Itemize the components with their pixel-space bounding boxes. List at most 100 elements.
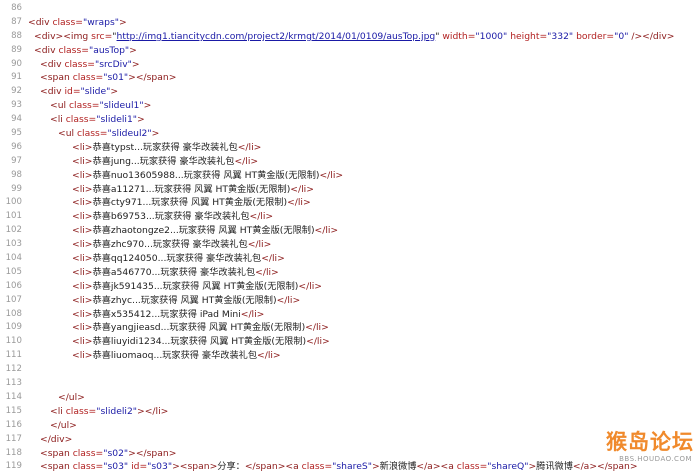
code-token-tag: ></span>	[128, 447, 177, 459]
code-text: <li>恭喜cty971...玩家获得 风翼 HT黄金版(无限制)</li>	[28, 196, 311, 210]
code-token-tag: <li	[50, 114, 66, 126]
code-text: <li>恭喜zhc970...玩家获得 豪华改装礼包</li>	[28, 238, 271, 252]
code-line: 91 <span class="s01"></span>	[0, 71, 700, 85]
code-token-tag: <li>	[72, 322, 93, 334]
code-token-txt: 恭喜jk591435...玩家获得 风翼 HT黄金版(无限制)	[92, 280, 299, 292]
line-number: 87	[11, 16, 22, 27]
forum-watermark: 猴岛论坛 BBS.HOUDAO.COM	[594, 426, 694, 463]
line-number: 88	[11, 30, 22, 41]
code-token-tag: >	[118, 16, 127, 28]
code-token-tag: <ul	[50, 100, 69, 112]
code-token-attr: border=	[576, 30, 615, 42]
code-text: <span class="s02"></span>	[28, 447, 176, 461]
code-token-tag: <div	[28, 16, 53, 28]
code-text: <div class="wraps">	[28, 16, 127, 30]
code-token-tag: <li>	[72, 197, 93, 209]
code-token-txt: 恭喜a11271...玩家获得 风翼 HT黄金版(无限制)	[92, 183, 291, 195]
code-token-tag: </li>	[240, 308, 265, 320]
code-token-tag: <li>	[72, 336, 93, 348]
code-token-txt: 恭喜nuo13605988...玩家获得 风翼 HT黄金版(无限制)	[92, 169, 320, 181]
code-line: 87 <div class="wraps">	[0, 16, 700, 30]
code-token-tag: </li>	[255, 266, 279, 278]
line-number: 116	[5, 419, 22, 430]
code-token-txt: 恭喜yangjieasd...玩家获得 风翼 HT黄金版(无限制)	[92, 322, 306, 334]
line-number: 103	[5, 239, 22, 250]
code-token-txt: 恭喜liuomaoq...玩家获得 豪华改装礼包	[92, 350, 258, 362]
code-text: <li>恭喜jung...玩家获得 豪华改装礼包</li>	[28, 155, 258, 169]
code-token-tag: </li>	[306, 336, 330, 348]
code-line: 98 <li>恭喜nuo13605988...玩家获得 风翼 HT黄金版(无限制)…	[0, 169, 700, 183]
code-token-val: "332"	[547, 30, 577, 42]
code-token-tag: <li>	[72, 211, 93, 223]
code-token-tag: </li>	[237, 141, 262, 153]
code-token-tag: </li>	[290, 183, 314, 195]
code-token-attr: id=	[131, 461, 148, 473]
code-token-txt: 恭喜qq124050...玩家获得 豪华改装礼包	[92, 253, 262, 265]
code-text: <li>恭喜b69753...玩家获得 豪华改装礼包</li>	[28, 210, 273, 224]
code-text: <li class="slideli1">	[28, 113, 145, 127]
code-token-tag: </li>	[287, 197, 311, 209]
code-token-tag: </li>	[319, 169, 344, 181]
code-token-attr: class=	[58, 44, 89, 56]
code-token-attr: class=	[69, 100, 100, 112]
line-number: 90	[11, 58, 22, 69]
code-token-tag: >	[137, 114, 145, 126]
code-text: <div class="srcDiv">	[28, 58, 140, 72]
line-number: 114	[5, 391, 22, 402]
code-text: </div>	[28, 433, 72, 447]
code-token-tag: >	[143, 100, 152, 112]
code-token-tag: </div>	[40, 433, 73, 445]
code-token-tag: </li>	[257, 350, 281, 362]
code-token-tag: </a></span>	[572, 461, 638, 473]
code-token-tag: <li>	[72, 183, 93, 195]
code-token-txt: 新浪微博	[379, 461, 417, 473]
code-token-tag: <li>	[72, 155, 93, 167]
code-line: 110 <li>恭喜liuyidi1234...玩家获得 风翼 HT黄金版(无限制…	[0, 335, 700, 349]
line-number: 113	[5, 378, 22, 389]
line-number: 99	[11, 183, 22, 194]
code-token-txt: 恭喜cty971...玩家获得 风翼 HT黄金版(无限制)	[92, 197, 288, 209]
code-token-tag: <li>	[72, 308, 93, 320]
code-text: <div id="slide">	[28, 85, 118, 99]
code-token-tag: <li>	[72, 169, 93, 181]
code-token-txt: 恭喜b69753...玩家获得 豪华改装礼包	[92, 211, 250, 223]
code-token-txt: 恭喜zhyc...玩家获得 风翼 HT黄金版(无限制)	[92, 294, 277, 306]
code-text: <li>恭喜zhaotongze2...玩家获得 风翼 HT黄金版(无限制)</…	[28, 224, 338, 238]
line-number: 112	[5, 364, 22, 375]
code-text: <li>恭喜qq124050...玩家获得 豪华改装礼包</li>	[28, 252, 285, 266]
code-text: <li class="slideli2"></li>	[28, 405, 168, 419]
code-line: 95 <ul class="slideul2">	[0, 127, 700, 141]
code-token-url[interactable]: http://img1.tiancitycdn.com/project2/krm…	[117, 31, 436, 42]
code-token-attr: class=	[456, 461, 488, 473]
line-number: 106	[5, 280, 22, 291]
code-token-txt: 恭喜zhc970...玩家获得 豪华改装礼包	[92, 239, 248, 251]
code-token-tag: <li>	[72, 350, 93, 362]
code-line: 105 <li>恭喜a546770...玩家获得 豪华改装礼包</li>	[0, 266, 700, 280]
code-token-tag: >	[131, 58, 140, 70]
code-text: </ul>	[28, 391, 85, 405]
code-text: <div class="ausTop">	[28, 44, 137, 58]
line-number: 111	[5, 350, 22, 361]
code-line: 97 <li>恭喜jung...玩家获得 豪华改装礼包</li>	[0, 155, 700, 169]
code-token-txt: 腾讯微博	[536, 461, 573, 473]
code-line: 100 <li>恭喜cty971...玩家获得 风翼 HT黄金版(无限制)</li…	[0, 196, 700, 210]
code-token-val: "slide"	[80, 86, 111, 98]
code-text: <span class="s03" id="s03"><span>分享：</sp…	[28, 460, 638, 474]
code-token-tag: <li>	[72, 141, 93, 153]
code-line: 111 <li>恭喜liuomaoq...玩家获得 豪华改装礼包</li>	[0, 349, 700, 363]
code-line: 89 <div class="ausTop">	[0, 44, 700, 58]
code-line: 107 <li>恭喜zhyc...玩家获得 风翼 HT黄金版(无限制)</li>	[0, 294, 700, 308]
line-number: 93	[11, 100, 22, 111]
line-number: 117	[5, 433, 22, 444]
code-token-txt: 恭喜zhaotongze2...玩家获得 风翼 HT黄金版(无限制)	[92, 225, 315, 237]
line-number: 102	[5, 225, 22, 236]
code-line: 112	[0, 363, 700, 377]
code-token-val: "slideli2"	[96, 405, 138, 417]
code-token-attr: class=	[65, 114, 97, 126]
code-line: 115 <li class="slideli2"></li>	[0, 405, 700, 419]
code-token-tag: </a><a	[416, 461, 457, 473]
code-token-tag: >	[371, 461, 380, 473]
code-token-tag: <span	[40, 447, 73, 459]
code-token-val: "s02"	[103, 447, 129, 459]
line-number: 100	[5, 197, 22, 208]
